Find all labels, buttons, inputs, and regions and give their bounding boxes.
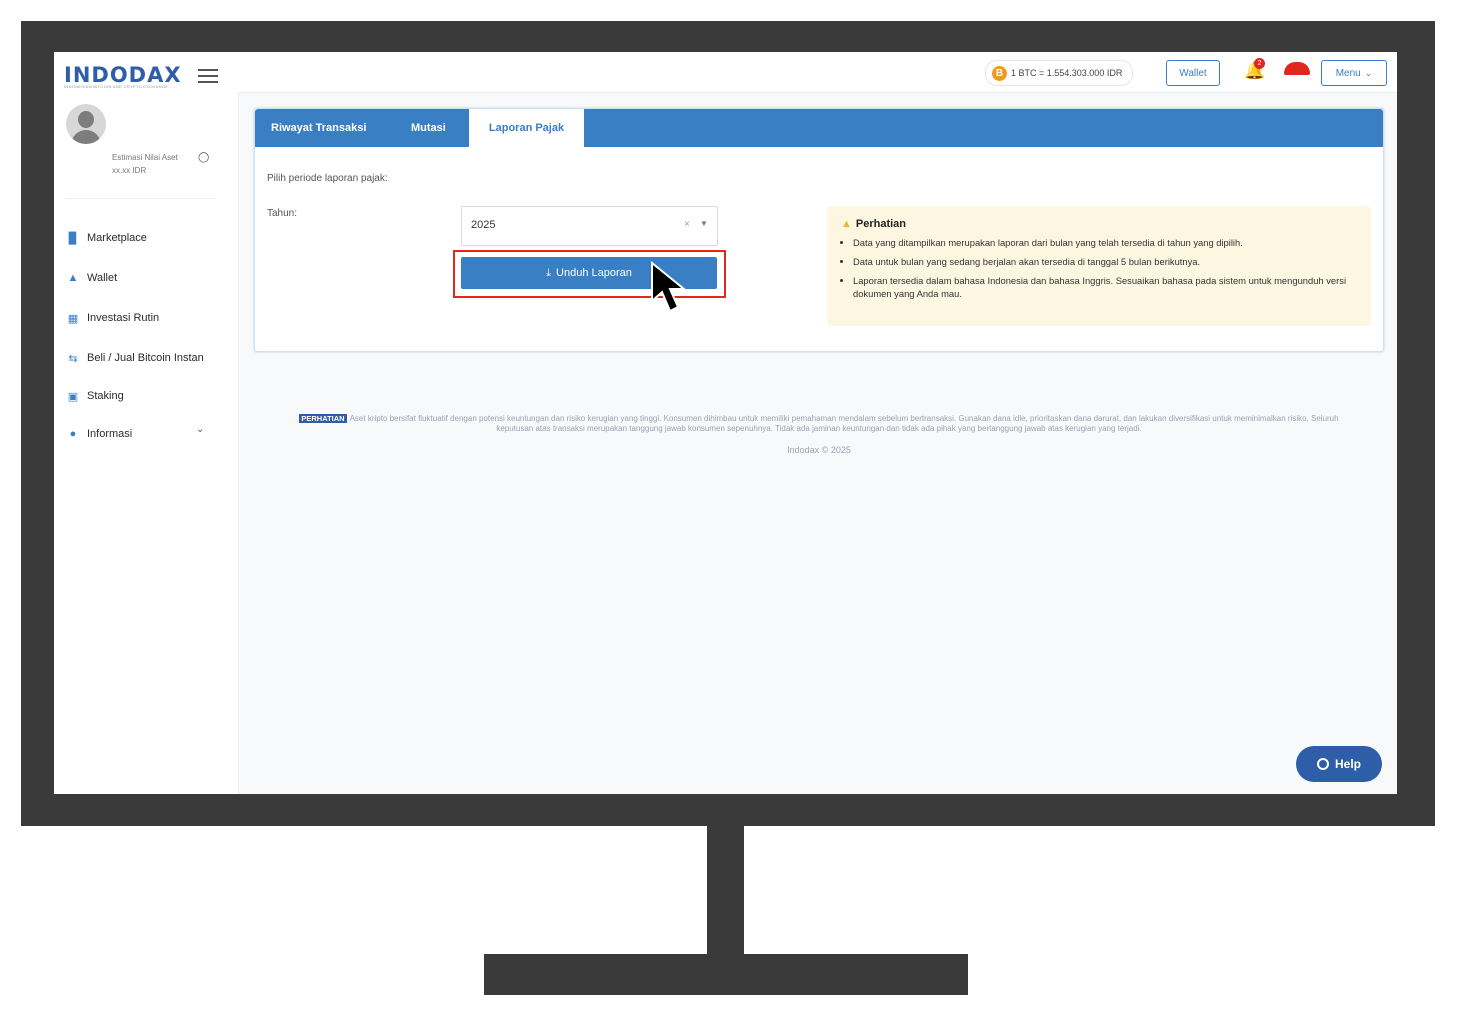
period-label: Pilih periode laporan pajak: — [267, 173, 388, 184]
sidebar-divider — [66, 198, 216, 199]
info-icon: ● — [69, 428, 77, 440]
tax-report-card: Riwayat Transaksi Mutasi Laporan Pajak P… — [254, 108, 1384, 352]
top-bar: B 1 BTC = 1.554.303.000 IDR Wallet 🔔 2 M… — [238, 52, 1397, 93]
eye-off-icon[interactable]: ◯ — [198, 152, 209, 163]
menu-button-label: Menu — [1335, 67, 1361, 79]
menu-button[interactable]: Menu ⌄ — [1321, 60, 1387, 86]
year-select-value: 2025 — [471, 219, 496, 231]
download-icon: ⤓ — [546, 266, 552, 279]
chat-bubble-icon — [1316, 758, 1329, 770]
sidebar-item-beli-jual[interactable]: ⇆ Beli / Jual Bitcoin Instan — [66, 348, 204, 368]
wallet-icon: ▲ — [67, 272, 79, 284]
sidebar-item-label: Informasi — [87, 428, 133, 440]
avatar[interactable] — [66, 104, 106, 144]
sidebar-item-informasi[interactable]: ● Informasi — [66, 424, 133, 444]
disclaimer-text: Aset kripto bersifat fluktuatif dengan p… — [349, 414, 1339, 433]
notice-title: ▲ Perhatian — [841, 218, 906, 230]
notice-list: Data yang ditampilkan merupakan laporan … — [841, 236, 1371, 306]
tab-riwayat-transaksi[interactable]: Riwayat Transaksi — [271, 109, 366, 147]
sidebar-item-label: Marketplace — [87, 232, 147, 244]
language-flag-icon[interactable] — [1284, 62, 1310, 75]
clear-icon[interactable]: × — [684, 219, 690, 230]
staking-icon: ▣ — [67, 390, 79, 403]
notice-item: Data yang ditampilkan merupakan laporan … — [853, 236, 1371, 249]
sidebar-item-wallet[interactable]: ▲ Wallet — [66, 268, 118, 288]
chart-bar-icon: ▉ — [68, 232, 78, 245]
mouse-cursor-icon — [651, 261, 687, 313]
tab-bar: Riwayat Transaksi Mutasi Laporan Pajak — [255, 109, 1383, 147]
screen: INDODAX INDONESIAN BITCOIN AND CRYPTO EX… — [54, 52, 1397, 794]
monitor-stand-neck — [707, 826, 744, 956]
dropdown-arrow-icon[interactable]: ▼ — [700, 219, 708, 228]
notice-title-text: Perhatian — [855, 218, 907, 230]
tab-mutasi[interactable]: Mutasi — [411, 109, 446, 147]
sidebar-item-label: Wallet — [87, 272, 118, 284]
sidebar-item-investasi-rutin[interactable]: ▦ Investasi Rutin — [66, 308, 159, 328]
hamburger-menu-icon[interactable] — [198, 69, 218, 83]
year-select[interactable]: 2025 × ▼ — [461, 206, 718, 246]
notice-item: Data untuk bulan yang sedang berjalan ak… — [853, 255, 1371, 268]
exchange-arrows-icon: ⇆ — [68, 352, 78, 365]
sidebar-item-label: Beli / Jual Bitcoin Instan — [87, 352, 204, 364]
btc-price-ticker[interactable]: B 1 BTC = 1.554.303.000 IDR — [985, 60, 1134, 86]
asset-estimate-value: xx.xx IDR — [112, 166, 147, 175]
sidebar-item-marketplace[interactable]: ▉ Marketplace — [66, 228, 147, 248]
calendar-icon: ▦ — [67, 312, 79, 325]
sidebar-item-label: Staking — [87, 390, 124, 402]
disclaimer-badge: PERHATIAN — [299, 414, 347, 423]
monitor-stand-base — [484, 954, 968, 995]
asset-estimate-label: Estimasi Nilai Aset — [112, 153, 178, 162]
download-report-label: Unduh Laporan — [556, 267, 632, 279]
help-button[interactable]: Help — [1296, 746, 1382, 782]
year-label: Tahun: — [267, 208, 298, 219]
notification-badge: 2 — [1254, 58, 1265, 69]
help-label: Help — [1334, 757, 1361, 771]
chevron-down-icon[interactable]: ⌄ — [196, 424, 204, 435]
sidebar-item-label: Investasi Rutin — [87, 312, 160, 324]
notice-box: ▲ Perhatian Data yang ditampilkan merupa… — [827, 206, 1371, 326]
risk-disclaimer: PERHATIAN Aset kripto bersifat fluktuatif… — [280, 414, 1358, 434]
warning-icon: ▲ — [841, 218, 852, 230]
tab-laporan-pajak[interactable]: Laporan Pajak — [469, 109, 584, 147]
notice-item: Laporan tersedia dalam bahasa Indonesia … — [853, 274, 1371, 300]
copyright: Indodax © 2025 — [787, 445, 851, 455]
logo-tagline: INDONESIAN BITCOIN AND CRYPTO EXCHANGE — [64, 84, 169, 89]
chevron-down-icon: ⌄ — [1364, 67, 1373, 78]
bitcoin-icon: B — [992, 65, 1007, 81]
btc-price-text: 1 BTC = 1.554.303.000 IDR — [1011, 68, 1123, 78]
sidebar: INDODAX INDONESIAN BITCOIN AND CRYPTO EX… — [54, 52, 239, 794]
wallet-button[interactable]: Wallet — [1166, 60, 1220, 86]
sidebar-item-staking[interactable]: ▣ Staking — [66, 386, 124, 406]
